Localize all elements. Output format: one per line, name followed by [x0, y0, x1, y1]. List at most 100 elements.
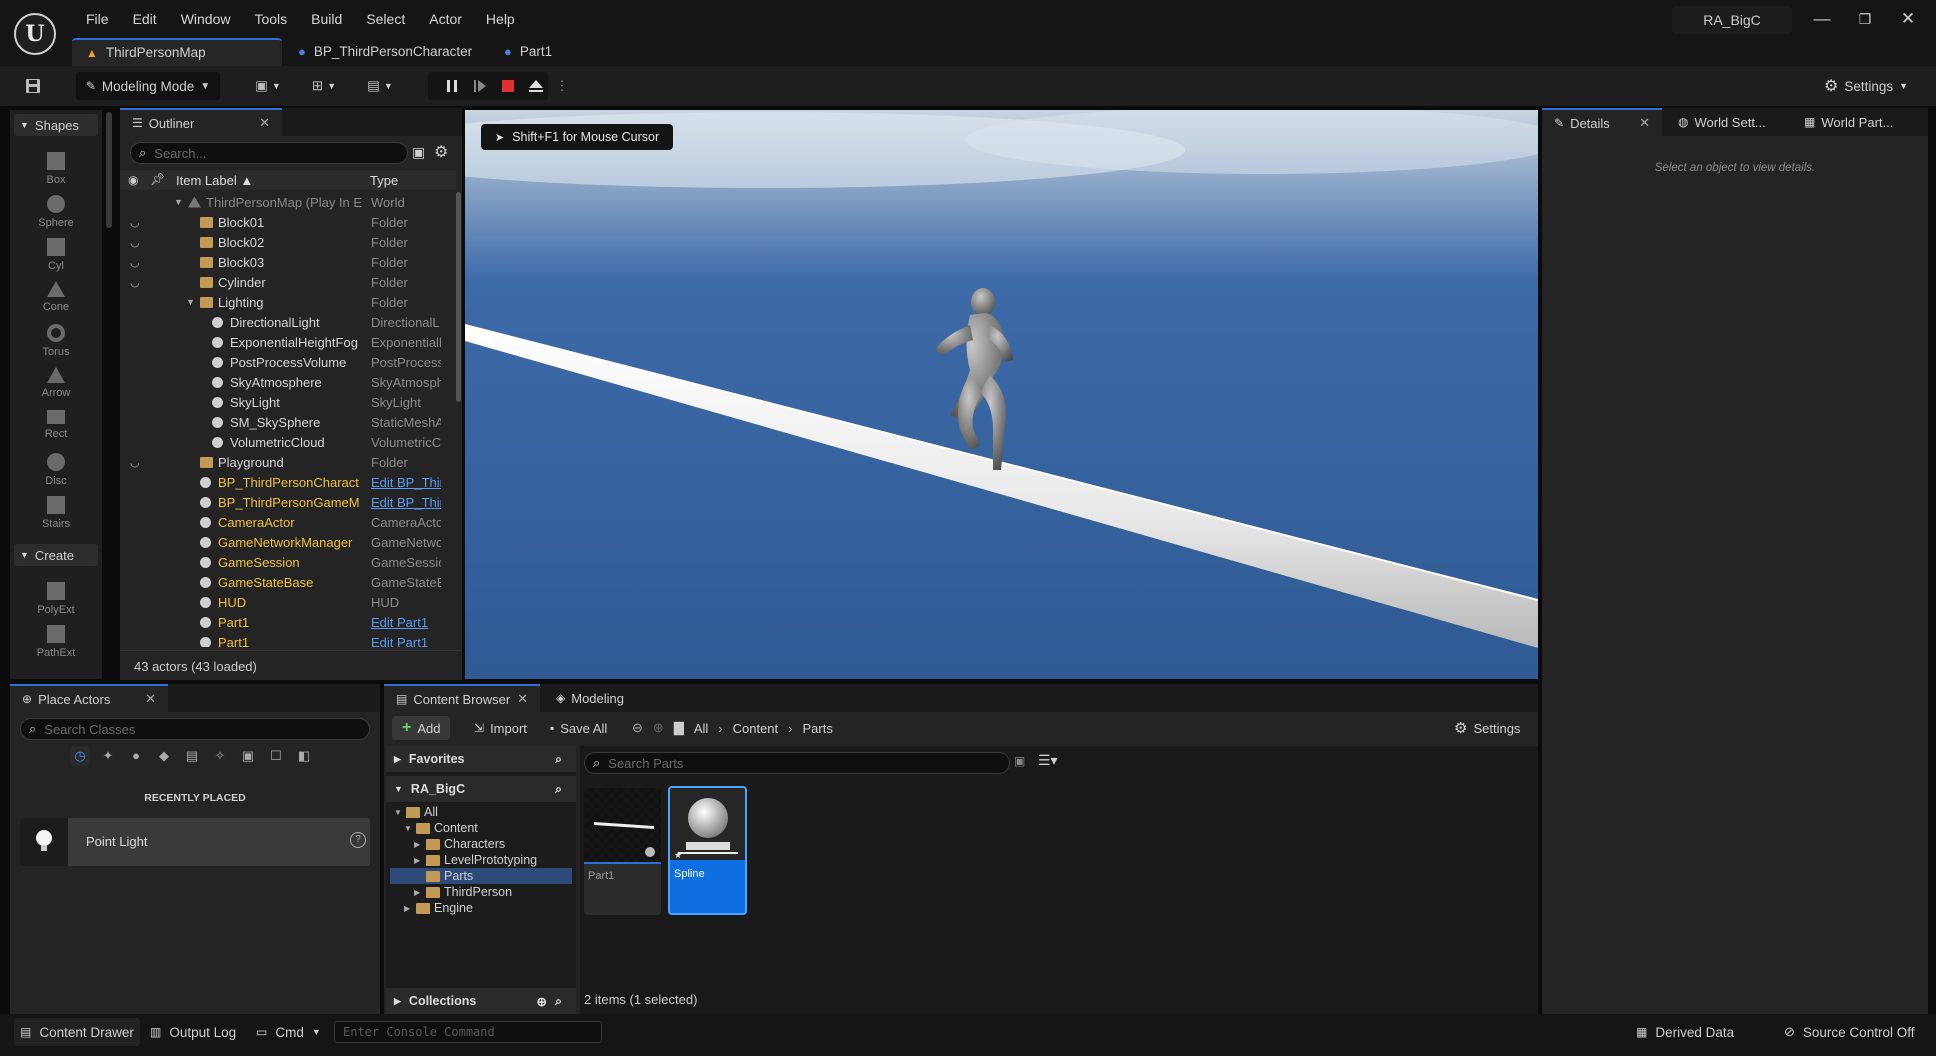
outliner-row[interactable]: CameraActor CameraActo — [120, 512, 456, 532]
shapes-section-header[interactable]: ▼ Shapes — [14, 114, 98, 136]
search-icon[interactable]: ⌕ — [555, 994, 562, 1009]
folder-tree-item[interactable]: ▶ ThirdPerson — [390, 884, 572, 900]
pause-icon[interactable] — [440, 72, 464, 100]
tool-arrow[interactable]: Arrow — [15, 367, 97, 399]
tab-outliner[interactable]: ☰ Outliner ✕ — [120, 108, 282, 136]
volumes-icon[interactable]: ▣ — [238, 746, 258, 766]
tab-thirdpersonmap[interactable]: ▲ ThirdPersonMap — [72, 38, 282, 66]
visibility-eye-icon[interactable]: ◡ — [130, 216, 140, 229]
tab-world-partition[interactable]: ▦ World Part... — [1792, 108, 1905, 136]
tool-torus[interactable]: Torus — [15, 324, 97, 358]
cinematic-icon[interactable]: ▤ — [182, 746, 202, 766]
import-button[interactable]: ⇲ Import — [474, 716, 527, 740]
tab-place-actors[interactable]: ⊕ Place Actors ✕ — [10, 684, 168, 712]
forward-icon[interactable]: ⊕ — [653, 720, 664, 736]
outliner-row[interactable]: SkyLight SkyLight — [120, 392, 456, 412]
menu-tools[interactable]: Tools — [242, 0, 299, 38]
tools-scrollbar[interactable] — [106, 112, 112, 228]
outliner-scrollbar[interactable] — [456, 192, 461, 402]
menu-edit[interactable]: Edit — [121, 0, 169, 38]
column-item-label[interactable]: Item Label ▲ — [176, 173, 253, 188]
visibility-eye-icon[interactable]: ◡ — [130, 256, 140, 269]
expand-arrow-icon[interactable]: ▶ — [404, 904, 412, 913]
tab-modeling[interactable]: ◈ Modeling — [544, 684, 636, 712]
outliner-row[interactable]: SM_SkySphere StaticMeshA — [120, 412, 456, 432]
close-icon[interactable]: ✕ — [259, 115, 270, 131]
outliner-row[interactable]: GameSession GameSessic — [120, 552, 456, 572]
edit-blueprint-link[interactable]: Edit BP_Thir — [371, 475, 441, 490]
blueprint-menu-button[interactable]: ⊞ ▼ — [304, 72, 344, 100]
outliner-search-input[interactable]: ⌕ Search... — [130, 142, 408, 164]
source-control-button[interactable]: ⊘ Source Control Off — [1784, 1018, 1914, 1046]
visual-effects-icon[interactable]: ✧ — [210, 746, 230, 766]
folder-tree-item[interactable]: ▼ All — [390, 804, 572, 820]
tab-world-settings[interactable]: ◍ World Sett... — [1666, 108, 1778, 136]
tool-pathext[interactable]: PathExt — [15, 625, 97, 659]
output-log-button[interactable]: ▥ Output Log — [150, 1018, 236, 1046]
more-options-icon[interactable]: ⋮ — [554, 72, 570, 100]
search-icon[interactable]: ⌕ — [555, 782, 562, 797]
expand-arrow-icon[interactable]: ▼ — [174, 197, 183, 207]
derived-data-button[interactable]: ▦ Derived Data — [1636, 1018, 1734, 1046]
outliner-row[interactable]: ◡ Playground Folder — [120, 452, 456, 472]
breadcrumb-all[interactable]: All — [694, 721, 708, 736]
add-collection-icon[interactable]: ⊕ — [537, 994, 547, 1009]
mode-selector[interactable]: ✎ Modeling Mode ▼ — [76, 72, 220, 100]
tool-sphere[interactable]: Sphere — [15, 195, 97, 229]
menu-actor[interactable]: Actor — [417, 0, 474, 38]
expand-arrow-icon[interactable]: ▶ — [414, 856, 422, 865]
filter-icon[interactable]: ☰▾ — [1038, 752, 1058, 769]
expand-arrow-icon[interactable]: ▼ — [404, 824, 412, 833]
outliner-row[interactable]: GameStateBase GameStateE — [120, 572, 456, 592]
tab-content-browser[interactable]: ▤ Content Browser ✕ — [384, 684, 540, 712]
close-button[interactable]: ✕ — [1887, 0, 1929, 38]
visibility-eye-icon[interactable]: ◡ — [130, 276, 140, 289]
folder-tree-item[interactable]: ▶ Characters — [390, 836, 572, 852]
unreal-logo-icon[interactable]: U — [14, 13, 56, 55]
basic-actors-icon[interactable]: ✦ — [98, 746, 118, 766]
outliner-row[interactable]: Part1 Edit Part1 — [120, 632, 456, 647]
close-icon[interactable]: ✕ — [517, 691, 528, 707]
breadcrumb-parts[interactable]: Parts — [803, 721, 833, 736]
outliner-row[interactable]: DirectionalLight DirectionalL — [120, 312, 456, 332]
visibility-eye-icon[interactable]: ◡ — [130, 236, 140, 249]
tab-bp-thirdpersoncharacter[interactable]: ● BP_ThirdPersonCharacter — [284, 38, 490, 66]
menu-window[interactable]: Window — [169, 0, 243, 38]
outliner-row[interactable]: ▼ Lighting Folder — [120, 292, 456, 312]
project-header[interactable]: ▼ RA_BigC ⌕ — [386, 776, 576, 802]
search-classes-input[interactable]: ⌕ Search Classes — [20, 718, 370, 740]
save-all-button[interactable]: ▪ Save All — [550, 716, 607, 740]
tool-box[interactable]: Box — [15, 152, 97, 186]
restore-button[interactable]: ❐ — [1844, 0, 1886, 38]
outliner-row[interactable]: ◡ Cylinder Folder — [120, 272, 456, 292]
tool-polyext[interactable]: PolyExt — [15, 582, 97, 616]
place-actor-item[interactable]: Point Light ? — [20, 818, 370, 866]
column-type[interactable]: Type — [370, 173, 398, 188]
outliner-row[interactable]: ◡ Block02 Folder — [120, 232, 456, 252]
more-categories-icon[interactable]: ◧ — [294, 746, 314, 766]
lights-icon[interactable]: ● — [126, 746, 146, 766]
save-icon[interactable] — [18, 72, 48, 100]
search-parts-input[interactable]: ⌕ Search Parts — [584, 752, 1010, 774]
menu-help[interactable]: Help — [474, 0, 527, 38]
folder-tree-item[interactable]: ▶ Engine — [390, 900, 572, 916]
outliner-row[interactable]: PostProcessVolume PostProcess — [120, 352, 456, 372]
minimize-button[interactable]: — — [1801, 0, 1843, 38]
gear-icon[interactable]: ⚙ — [434, 142, 448, 162]
create-section-header[interactable]: ▼ Create — [14, 544, 98, 566]
edit-blueprint-link[interactable]: Edit Part1 — [371, 615, 441, 630]
search-icon[interactable]: ⌕ — [555, 752, 562, 767]
outliner-row[interactable]: SkyAtmosphere SkyAtmosph — [120, 372, 456, 392]
tool-rect[interactable]: Rect — [15, 410, 97, 440]
collections-header[interactable]: ▶ Collections ⊕ ⌕ — [386, 988, 576, 1014]
expand-arrow-icon[interactable]: ▶ — [414, 840, 422, 849]
outliner-row[interactable]: HUD HUD — [120, 592, 456, 612]
folder-tree-item[interactable]: ▶ LevelPrototyping — [390, 852, 572, 868]
menu-file[interactable]: File — [74, 0, 121, 38]
outliner-row[interactable]: GameNetworkManager GameNetwo — [120, 532, 456, 552]
stop-icon[interactable] — [496, 72, 520, 100]
edit-blueprint-link[interactable]: Edit Part1 — [371, 635, 441, 648]
tab-part1[interactable]: ● Part1 — [490, 38, 570, 66]
outliner-row[interactable]: ▼ ThirdPersonMap (Play In E World — [120, 192, 456, 212]
console-command-input[interactable]: Enter Console Command — [334, 1021, 602, 1043]
